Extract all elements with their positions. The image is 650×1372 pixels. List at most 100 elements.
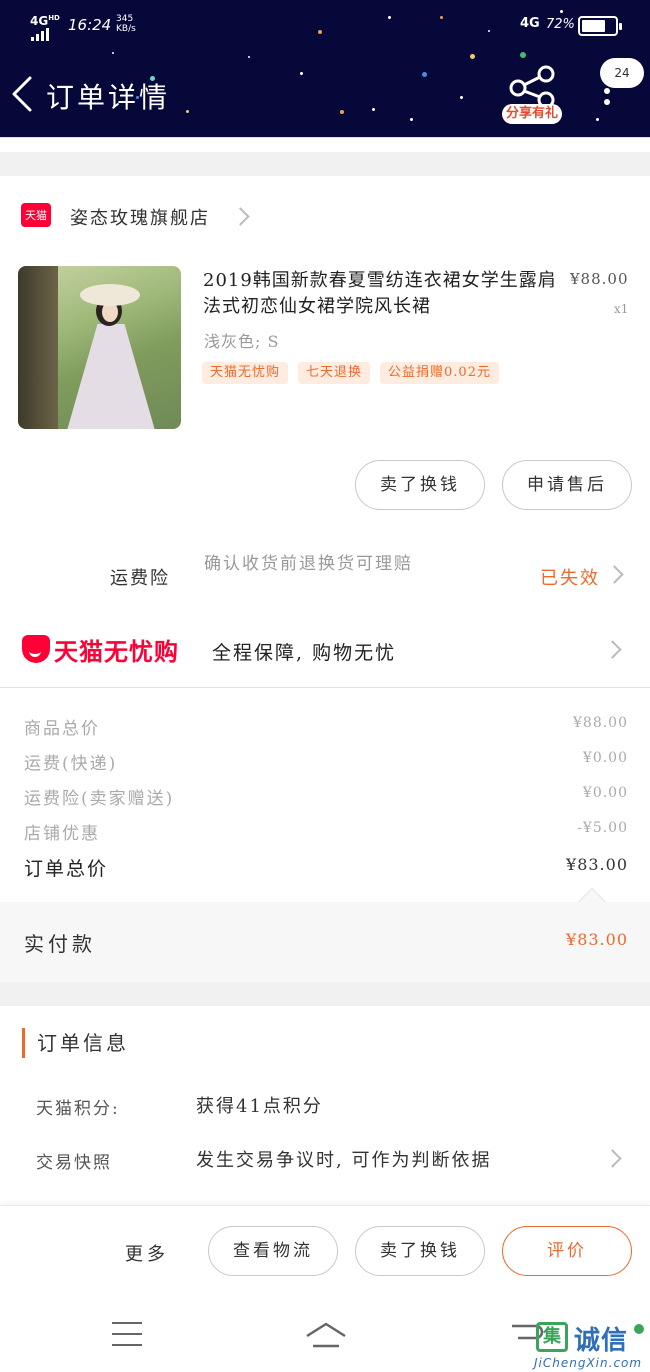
trade-snapshot-row[interactable]: 交易快照 发生交易争议时, 可作为判断依据 [0,1140,650,1180]
share-button[interactable]: 分享有礼 [500,64,564,126]
watermark-logo: 集 诚信 JiChengXin.com [532,1318,650,1372]
more-icon [604,88,610,110]
menu-icon[interactable] [112,1322,142,1355]
price-label: 运费险(卖家赠送) [24,789,175,809]
star-decoration [372,108,375,111]
order-total-label: 订单总价 [24,858,109,880]
shop-name: 姿态玫瑰旗舰店 [70,208,210,229]
tmall-worry-free-logo: 天猫无忧购 [22,634,179,666]
order-info-key: 天猫积分: [36,1099,120,1119]
star-decoration [112,52,114,54]
product-tag: 天猫无忧购 [202,362,289,384]
order-info-row: 天猫积分: 获得41点积分 [0,1086,650,1126]
back-button[interactable] [10,74,40,114]
star-decoration [596,118,599,121]
price-value: ¥0.00 [582,750,628,766]
status-bar: 4GHD 16:24 345 KB/s 4G 72% [0,12,650,41]
price-value: ¥0.00 [582,785,628,801]
star-decoration [248,56,250,58]
watermark-box: 集 [536,1322,568,1352]
order-total-row: 订单总价 ¥83.00 [0,850,650,885]
header: 4GHD 16:24 345 KB/s 4G 72% 订单详情 分享有礼 24 [0,0,650,137]
product-quantity: x1 [614,302,629,316]
order-info-value: 获得41点积分 [196,1096,323,1117]
product-tag: 七天退换 [298,362,371,384]
star-decoration [422,72,427,77]
section-gap [0,982,650,1006]
apply-after-sale-button[interactable]: 申请售后 [502,460,632,510]
clock: 16:24 [68,16,112,34]
price-value: -¥5.00 [577,820,628,836]
price-row: 运费(快递) ¥0.00 [0,745,650,780]
more-actions-button[interactable]: 更多 [125,1240,169,1266]
watermark-url: JiChengXin.com [534,1356,643,1370]
product-title: 2019韩国新款春夏雪纺连衣裙女学生露肩法式初恋仙女裙学院风长裙 [203,270,557,317]
price-row: 运费险(卖家赠送) ¥0.00 [0,780,650,815]
product-sku: 浅灰色; S [204,332,280,351]
watermark-chars: 诚信 [574,1326,629,1356]
star-decoration [470,54,475,59]
product-tags: 天猫无忧购 七天退换 公益捐赠0.02元 [202,362,499,384]
freight-insurance-status: 已失效 [540,568,600,589]
chevron-right-icon [603,640,622,659]
chevron-right-icon [603,1149,622,1168]
chevron-right-icon [605,565,624,584]
tmall-worry-free-text: 天猫无忧购 [54,637,179,666]
price-label: 店铺优惠 [24,824,100,844]
chevron-right-icon [231,207,250,226]
price-value: ¥88.00 [573,715,628,731]
star-decoration [186,110,189,113]
caret [577,887,607,917]
signal-icon [31,28,49,41]
network-indicator-right: 4G [520,16,540,31]
freight-insurance-description: 确认收货前退换货可理赔 [204,554,413,574]
product-tag: 公益捐赠0.02元 [380,362,499,384]
product-price: ¥88.00 [570,270,629,288]
paid-value: ¥83.00 [566,930,628,949]
paid-amount-box: 实付款 ¥83.00 [0,887,650,982]
shop-row[interactable]: 天猫 姿态玫瑰旗舰店 [0,190,650,242]
guarantee-text: 全程保障, 购物无忧 [212,642,397,664]
order-info-key: 交易快照 [36,1153,112,1173]
price-breakdown: 商品总价 ¥88.00 运费(快递) ¥0.00 运费险(卖家赠送) ¥0.00… [0,710,650,885]
watermark-dot [634,1324,644,1334]
order-info-value: 发生交易争议时, 可作为判断依据 [196,1150,492,1171]
product-item[interactable]: 2019韩国新款春夏雪纺连衣裙女学生露肩法式初恋仙女裙学院风长裙 ¥88.00 … [0,262,650,442]
order-info-title: 订单信息 [22,1028,129,1058]
star-decoration [460,96,463,99]
star-decoration [410,118,413,121]
share-icon [509,65,555,108]
network-speed: 345 KB/s [116,14,136,34]
price-row: 商品总价 ¥88.00 [0,710,650,745]
tmall-shield-icon [22,635,50,663]
battery-icon [578,16,622,36]
tmall-logo-icon: 天猫 [21,203,51,227]
order-total-value: ¥83.00 [566,855,628,874]
star-decoration [300,72,303,75]
network-indicator: 4GHD [30,14,60,28]
header-divider [0,137,650,138]
price-label: 商品总价 [24,719,100,739]
message-count-badge: 24 [600,58,644,88]
bottom-action-bar: 更多 查看物流 卖了换钱 评价 [0,1205,650,1300]
home-icon[interactable] [305,1320,347,1350]
back-icon [12,76,32,112]
product-thumbnail[interactable] [18,266,181,429]
battery-level [582,20,605,32]
section-gap [0,152,650,176]
price-label: 运费(快递) [24,754,118,774]
divider [0,687,650,688]
guarantee-row[interactable]: 天猫无忧购 全程保障, 购物无忧 [0,620,650,680]
sell-for-cash-button[interactable]: 卖了换钱 [355,460,485,510]
sell-for-cash-button-bottom[interactable]: 卖了换钱 [355,1226,485,1276]
more-menu-button[interactable]: 24 [592,58,644,110]
freight-insurance-row[interactable]: 运费险 确认收货前退换货可理赔 已失效 [0,548,650,604]
review-button[interactable]: 评价 [502,1226,632,1276]
page-title: 订单详情 [46,81,171,114]
battery-percent: 72% [546,17,575,32]
paid-label: 实付款 [24,932,96,956]
freight-insurance-label: 运费险 [110,568,170,589]
price-row: 店铺优惠 -¥5.00 [0,815,650,850]
view-logistics-button[interactable]: 查看物流 [208,1226,338,1276]
star-decoration [520,52,526,58]
